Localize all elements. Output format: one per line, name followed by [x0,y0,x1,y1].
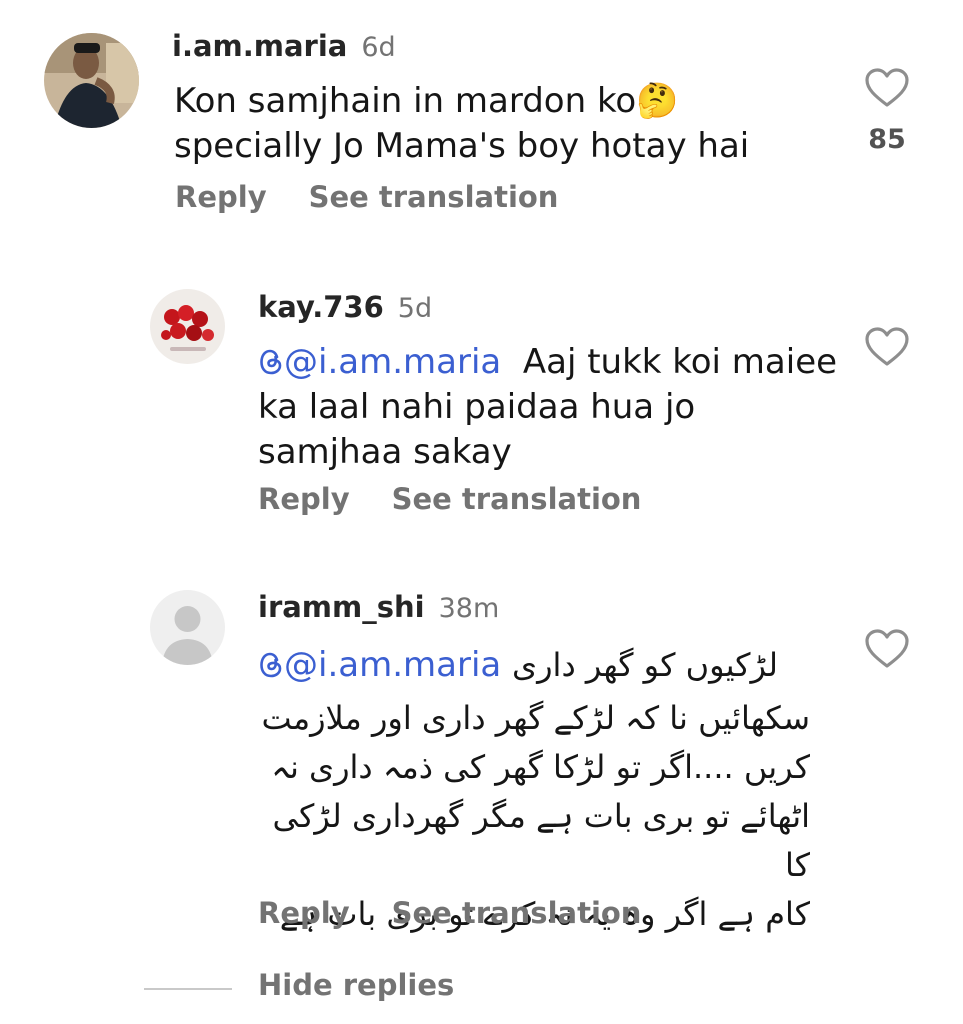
comment-username[interactable]: i.am.maria 6d [172,29,396,63]
comment-text: @i.am.maria Aaj tukk koi maiee ka laal n… [258,342,838,472]
threads-icon [260,349,282,375]
avatar[interactable] [150,289,225,364]
see-translation-button[interactable]: See translation [309,180,559,214]
comment-timestamp: 38m [438,593,500,624]
heart-outline-icon[interactable] [865,327,909,367]
comment-actions: Reply See translation [175,180,600,214]
avatar[interactable] [150,590,225,665]
like-count: 85 [868,124,906,155]
mention-link[interactable]: @i.am.maria [258,645,501,685]
see-translation-button[interactable]: See translation [392,482,642,516]
comment-username[interactable]: iramm_shi 38m [258,590,499,624]
mention-link[interactable]: @i.am.maria [258,342,501,382]
comment-timestamp: 6d [361,32,396,63]
comment-timestamp: 5d [397,293,433,324]
comment-username[interactable]: kay.736 5d [258,290,432,324]
heart-outline-icon[interactable] [865,629,909,669]
see-translation-button[interactable]: See translation [392,896,642,930]
avatar[interactable] [44,33,139,128]
reply-button[interactable]: Reply [258,896,350,930]
divider-line [144,988,232,990]
hide-replies-button[interactable]: Hide replies [258,968,454,1002]
comment-actions: Reply See translation [258,482,683,516]
heart-outline-icon[interactable] [865,68,909,108]
comment-text: Kon samjhain in mardon ko🤔 specially Jo … [174,81,750,166]
threads-icon [260,652,282,678]
reply-button[interactable]: Reply [258,482,350,516]
comment-actions: Reply See translation [258,896,683,930]
reply-button[interactable]: Reply [175,180,267,214]
